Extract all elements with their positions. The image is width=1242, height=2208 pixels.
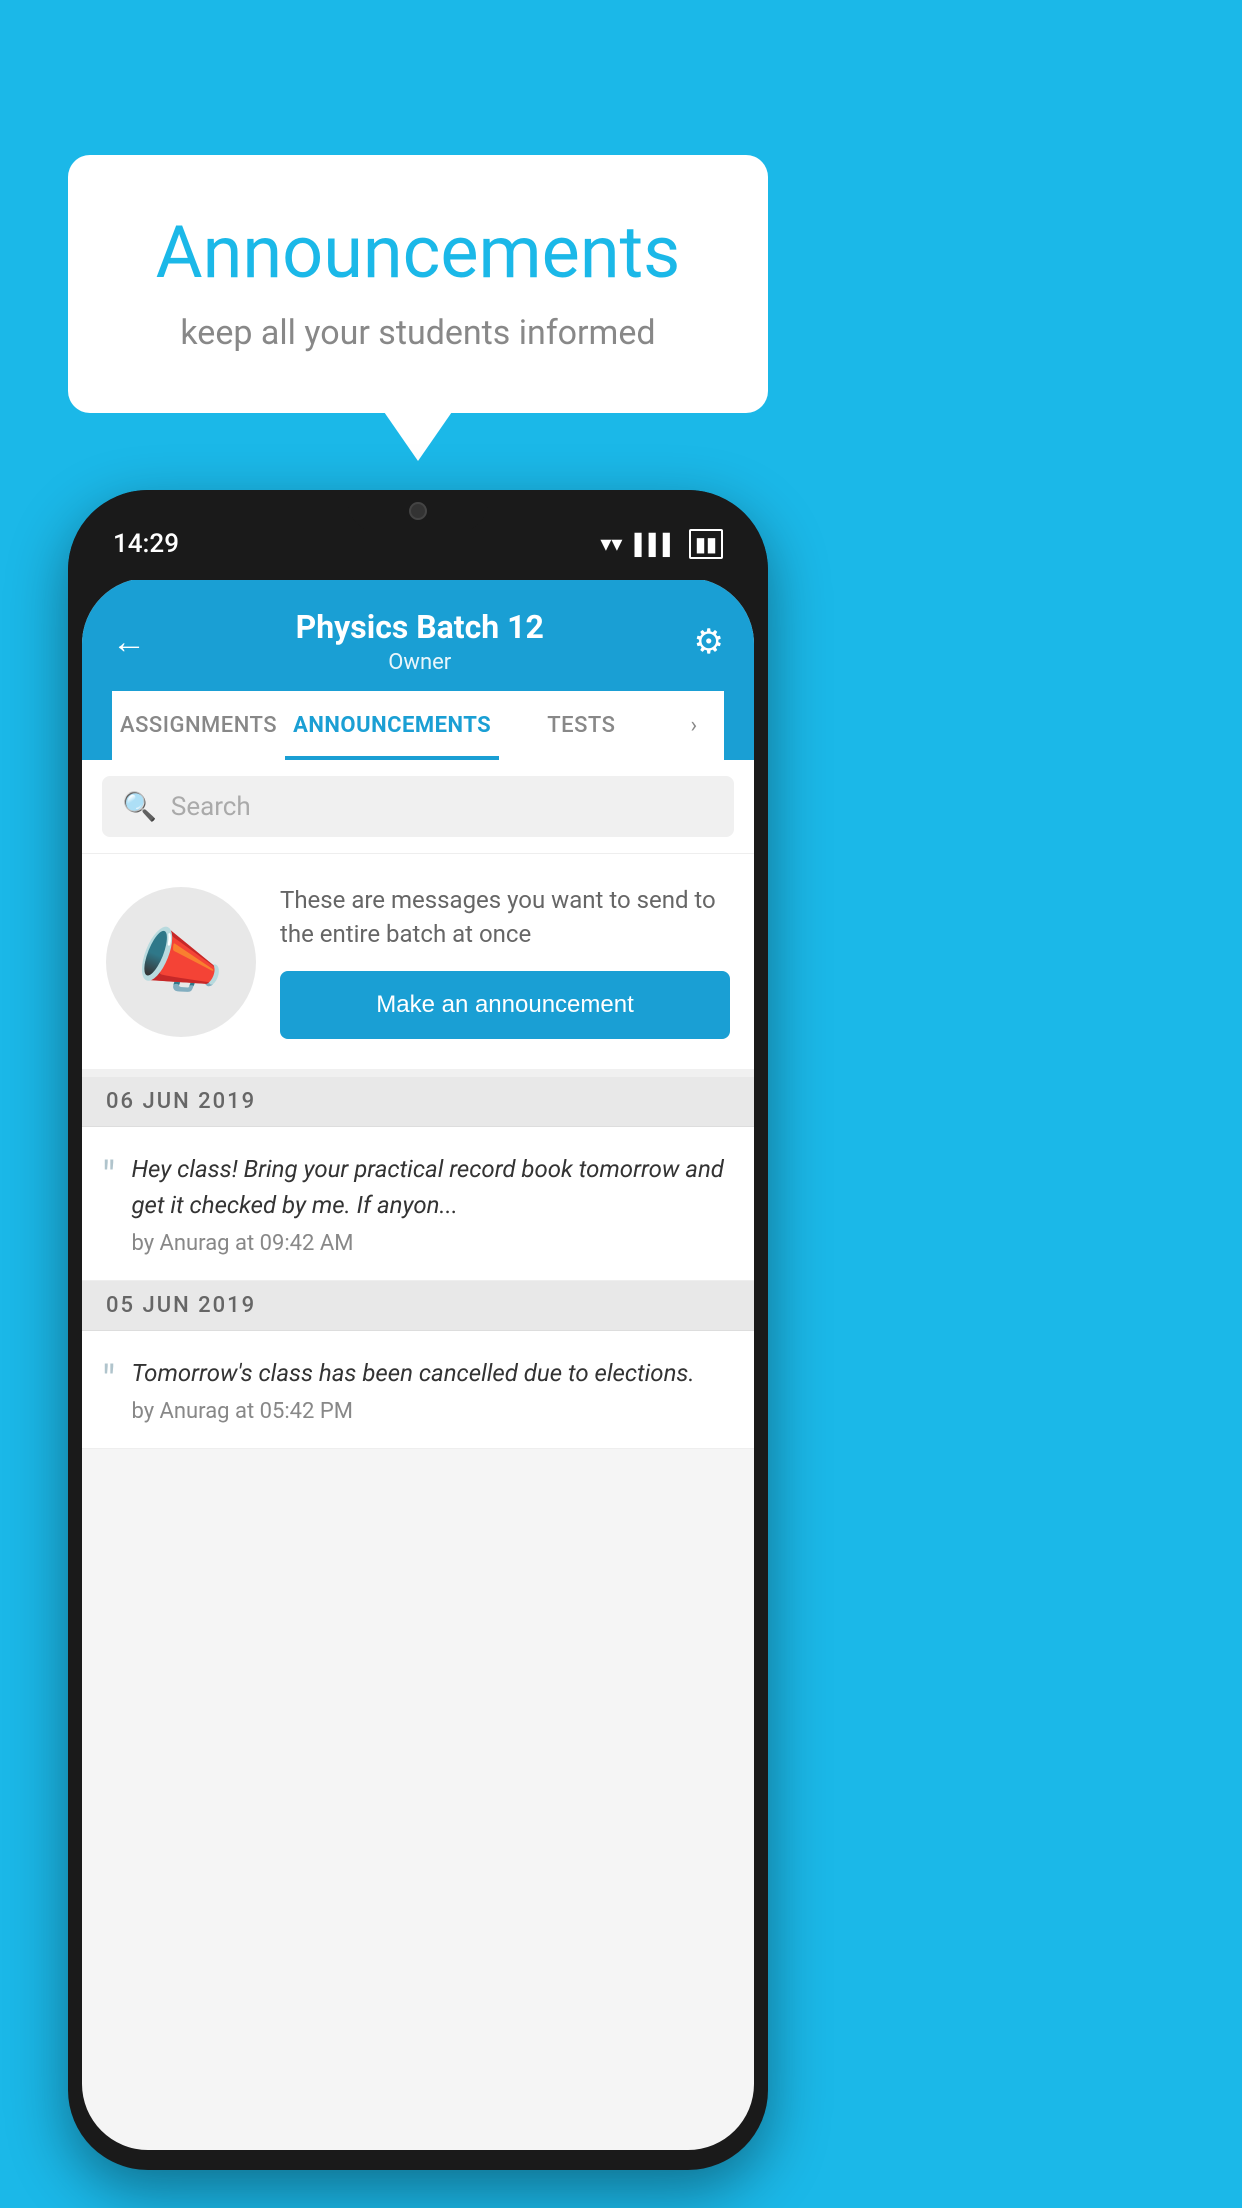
announcement-text-2: Tomorrow's class has been cancelled due …	[131, 1355, 734, 1391]
phone-frame: 14:29 ▾▾ ▌▌▌ ▮▮ ← Physics Batch 12 Owner…	[68, 490, 768, 2170]
tab-assignments[interactable]: ASSIGNMENTS	[112, 691, 285, 760]
date-separator-2: 05 JUN 2019	[82, 1281, 754, 1331]
promo-description: These are messages you want to send to t…	[280, 884, 730, 951]
tabs-bar: ASSIGNMENTS ANNOUNCEMENTS TESTS ›	[112, 691, 724, 760]
speech-bubble: Announcements keep all your students inf…	[68, 155, 768, 413]
back-button[interactable]: ←	[112, 625, 146, 659]
status-icons: ▾▾ ▌▌▌ ▮▮	[600, 529, 723, 559]
announcement-item-2[interactable]: " Tomorrow's class has been cancelled du…	[82, 1331, 754, 1449]
status-time: 14:29	[113, 529, 179, 559]
speech-bubble-container: Announcements keep all your students inf…	[68, 155, 768, 413]
tab-announcements[interactable]: ANNOUNCEMENTS	[285, 691, 499, 760]
speech-bubble-subtitle: keep all your students informed	[128, 313, 708, 353]
announcement-text-1: Hey class! Bring your practical record b…	[131, 1151, 734, 1223]
make-announcement-button[interactable]: Make an announcement	[280, 971, 730, 1039]
quote-icon-2: "	[102, 1361, 115, 1403]
settings-icon[interactable]: ⚙	[694, 622, 724, 662]
announcement-content-1: Hey class! Bring your practical record b…	[131, 1151, 734, 1256]
batch-role: Owner	[296, 650, 544, 675]
header-title-group: Physics Batch 12 Owner	[296, 608, 544, 675]
search-placeholder: Search	[171, 792, 251, 822]
promo-content: These are messages you want to send to t…	[280, 884, 730, 1039]
quote-icon-1: "	[102, 1157, 115, 1199]
announcement-content-2: Tomorrow's class has been cancelled due …	[131, 1355, 734, 1424]
speech-bubble-title: Announcements	[128, 210, 708, 295]
announcement-meta-1: by Anurag at 09:42 AM	[131, 1231, 734, 1256]
announcement-item-1[interactable]: " Hey class! Bring your practical record…	[82, 1127, 754, 1281]
notch	[348, 490, 488, 532]
search-bar[interactable]: 🔍 Search	[102, 776, 734, 837]
promo-card: 📣 These are messages you want to send to…	[82, 854, 754, 1077]
phone-screen: ← Physics Batch 12 Owner ⚙ ASSIGNMENTS A…	[82, 578, 754, 2150]
announcement-meta-2: by Anurag at 05:42 PM	[131, 1399, 734, 1424]
tab-tests[interactable]: TESTS	[499, 691, 663, 760]
date-separator-1: 06 JUN 2019	[82, 1077, 754, 1127]
promo-icon-circle: 📣	[106, 887, 256, 1037]
app-header-top: ← Physics Batch 12 Owner ⚙	[112, 608, 724, 691]
wifi-icon: ▾▾	[600, 532, 622, 557]
tab-more[interactable]: ›	[664, 691, 724, 760]
battery-icon: ▮▮	[689, 529, 723, 559]
app-header: ← Physics Batch 12 Owner ⚙ ASSIGNMENTS A…	[82, 578, 754, 760]
megaphone-icon: 📣	[137, 921, 224, 1003]
search-icon: 🔍	[122, 790, 157, 823]
search-container: 🔍 Search	[82, 760, 754, 854]
signal-icon: ▌▌▌	[634, 532, 677, 557]
camera-notch	[409, 502, 427, 520]
batch-title: Physics Batch 12	[296, 608, 544, 646]
